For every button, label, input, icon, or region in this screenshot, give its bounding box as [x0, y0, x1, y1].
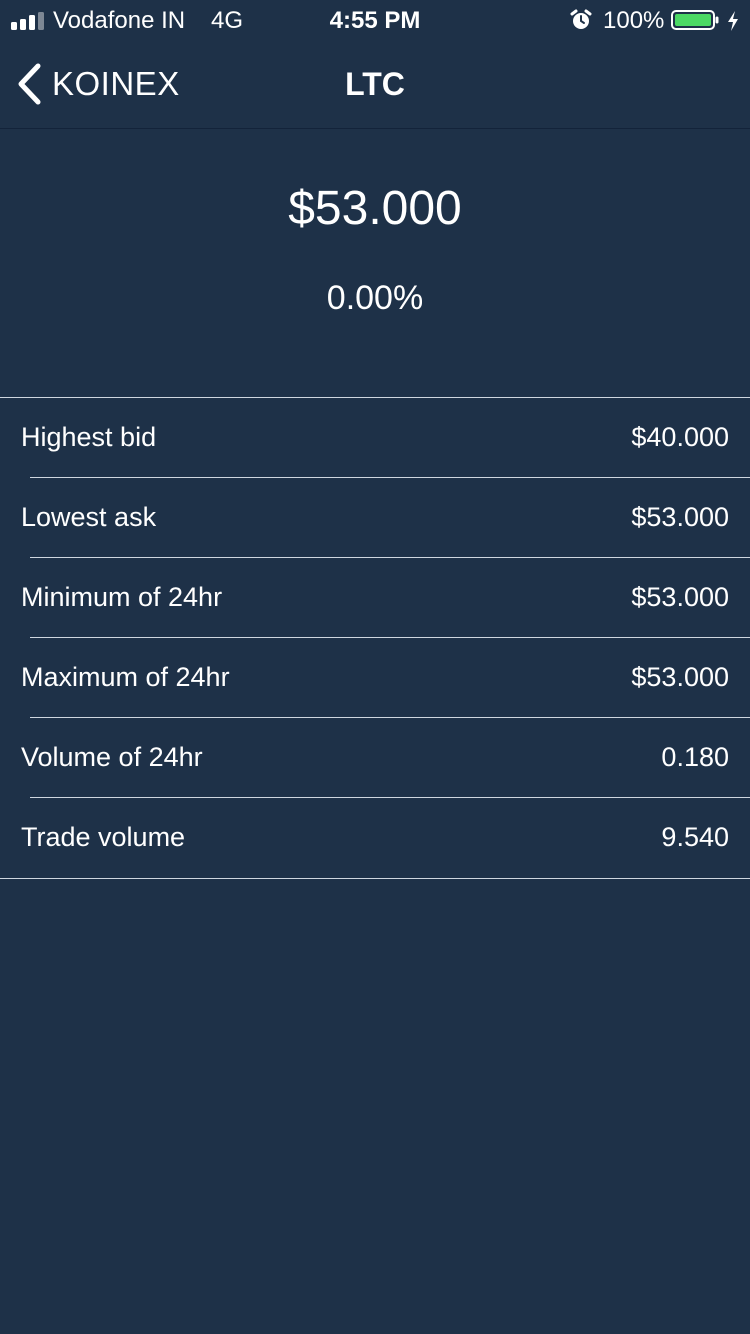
stat-value: 0.180 [661, 742, 729, 772]
navigation-bar: KOINEX LTC [0, 40, 750, 129]
status-bar: Vodafone IN 4G 4:55 PM 100% [0, 0, 750, 40]
alarm-icon [570, 9, 592, 29]
stat-value: 9.540 [661, 822, 729, 852]
stat-row-trade-volume: Trade volume 9.540 [0, 797, 750, 878]
market-stats-list: Highest bid $40.000 Lowest ask $53.000 M… [0, 397, 750, 879]
stat-label: Maximum of 24hr [21, 662, 230, 692]
stat-row-lowest-ask: Lowest ask $53.000 [0, 477, 750, 558]
stat-value: $53.000 [631, 662, 729, 692]
stat-label: Highest bid [21, 422, 157, 452]
stat-label: Minimum of 24hr [21, 582, 223, 612]
current-price: $53.000 [288, 182, 462, 235]
stat-row-minimum-24hr: Minimum of 24hr $53.000 [0, 557, 750, 638]
price-change-percent: 0.00% [326, 279, 424, 317]
price-summary: $53.000 0.00% [0, 129, 750, 397]
stat-row-volume-24hr: Volume of 24hr 0.180 [0, 717, 750, 798]
battery-percentage: 100% [603, 7, 665, 34]
stat-value: $53.000 [631, 502, 729, 532]
stat-row-highest-bid: Highest bid $40.000 [0, 398, 750, 478]
stat-value: $53.000 [631, 582, 729, 612]
page-title: LTC [345, 66, 405, 102]
stat-row-maximum-24hr: Maximum of 24hr $53.000 [0, 637, 750, 718]
battery-icon [671, 10, 719, 30]
stat-value: $40.000 [631, 422, 729, 452]
stat-label: Volume of 24hr [21, 742, 203, 772]
charging-bolt-icon [728, 11, 738, 31]
stat-label: Trade volume [21, 822, 186, 852]
stat-label: Lowest ask [21, 502, 157, 532]
